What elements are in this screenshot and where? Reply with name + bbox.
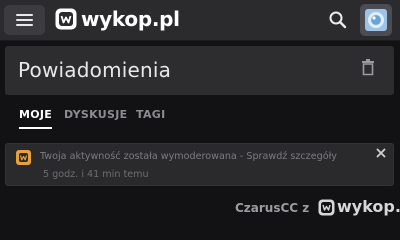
- hamburger-icon-line: [16, 14, 33, 16]
- top-bar: wykop.pl: [0, 0, 400, 41]
- watermark-site: wykop.pl: [337, 197, 400, 216]
- tab-moje[interactable]: MOJE: [19, 108, 53, 129]
- close-icon[interactable]: [376, 148, 386, 158]
- page-title: Powiadomienia: [18, 58, 172, 82]
- avatar: [365, 9, 387, 31]
- page-header-card: Powiadomienia: [5, 46, 394, 95]
- wykop-logo-icon: [55, 8, 77, 30]
- notification-text: Twoja aktywność została wymoderowana - S…: [40, 151, 337, 162]
- tab-tagi[interactable]: TAGI: [136, 108, 165, 122]
- wykop-watermark-icon: [318, 199, 335, 216]
- hamburger-icon-line: [16, 19, 33, 21]
- watermark-author: CzarusCC z: [235, 201, 310, 215]
- hamburger-icon-line: [16, 24, 33, 26]
- search-icon: [329, 11, 347, 29]
- tabs: MOJE DYSKUSJE TAGI: [0, 108, 400, 132]
- trash-icon[interactable]: [361, 59, 375, 76]
- menu-button[interactable]: [4, 5, 45, 35]
- avatar-button[interactable]: [360, 4, 392, 36]
- tab-dyskusje[interactable]: DYSKUSJE: [64, 108, 127, 122]
- notification-time: 5 godz. i 41 min temu: [43, 169, 149, 180]
- wykop-notification-icon: [16, 150, 31, 165]
- search-button[interactable]: [326, 8, 350, 32]
- logo-text: wykop.pl: [81, 7, 180, 31]
- notification-item[interactable]: Twoja aktywność została wymoderowana - S…: [5, 143, 394, 186]
